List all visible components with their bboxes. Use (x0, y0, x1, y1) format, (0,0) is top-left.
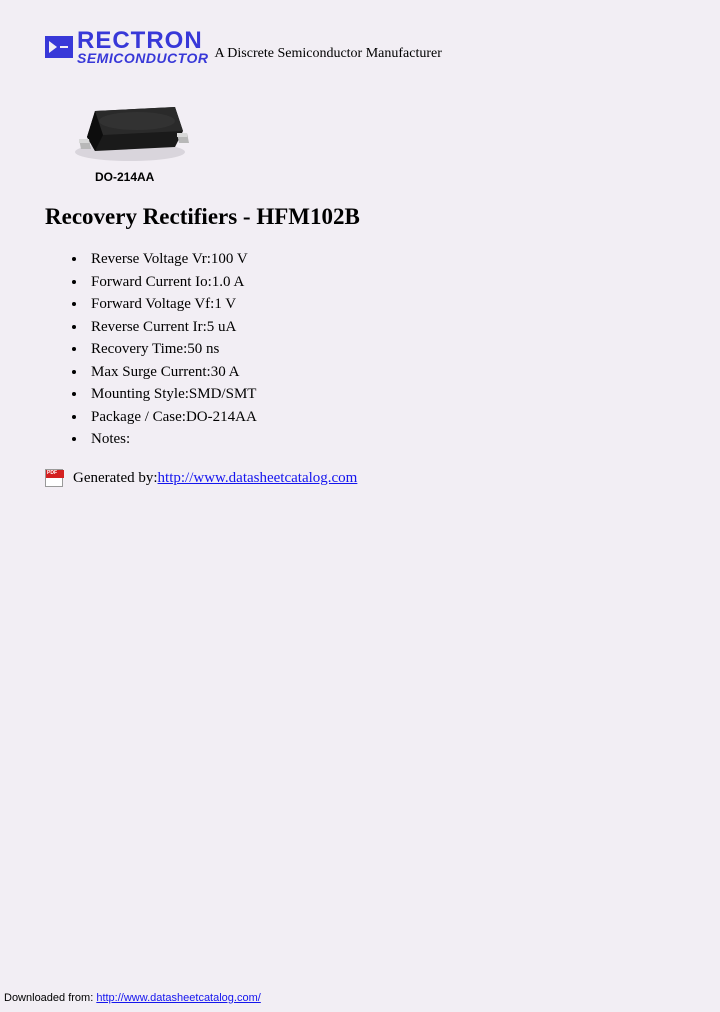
logo-sub-text: SEMICONDUCTOR (77, 52, 208, 65)
logo-main-text: RECTRON (77, 30, 208, 52)
pdf-icon: PDF (45, 469, 65, 489)
spec-item: Reverse Voltage Vr:100 V (87, 248, 675, 271)
spec-item: Notes: (87, 428, 675, 451)
logo: RECTRON SEMICONDUCTOR (45, 30, 208, 64)
generated-by-link[interactable]: http://www.datasheetcatalog.com (158, 470, 358, 487)
generated-by-label: Generated by: (73, 470, 158, 487)
spec-item: Mounting Style:SMD/SMT (87, 383, 675, 406)
tagline: A Discrete Semiconductor Manufacturer (214, 46, 441, 64)
footer-label: Downloaded from: (4, 992, 96, 1004)
spec-item: Forward Current Io:1.0 A (87, 271, 675, 294)
header-logo-row: RECTRON SEMICONDUCTOR A Discrete Semicon… (45, 30, 675, 64)
generated-by-row: PDF Generated by: http://www.datasheetca… (45, 469, 675, 489)
page-title: Recovery Rectifiers - HFM102B (45, 204, 675, 230)
spec-item: Package / Case:DO-214AA (87, 406, 675, 429)
spec-item: Forward Voltage Vf:1 V (87, 293, 675, 316)
diode-icon (45, 36, 73, 58)
package-label: DO-214AA (95, 170, 675, 184)
package-image (65, 89, 195, 164)
package-image-area: DO-214AA (65, 89, 675, 184)
spec-list: Reverse Voltage Vr:100 V Forward Current… (87, 248, 675, 451)
spec-item: Recovery Time:50 ns (87, 338, 675, 361)
spec-item: Reverse Current Ir:5 uA (87, 316, 675, 339)
footer-link[interactable]: http://www.datasheetcatalog.com/ (96, 992, 260, 1004)
footer: Downloaded from: http://www.datasheetcat… (4, 992, 261, 1004)
spec-item: Max Surge Current:30 A (87, 361, 675, 384)
